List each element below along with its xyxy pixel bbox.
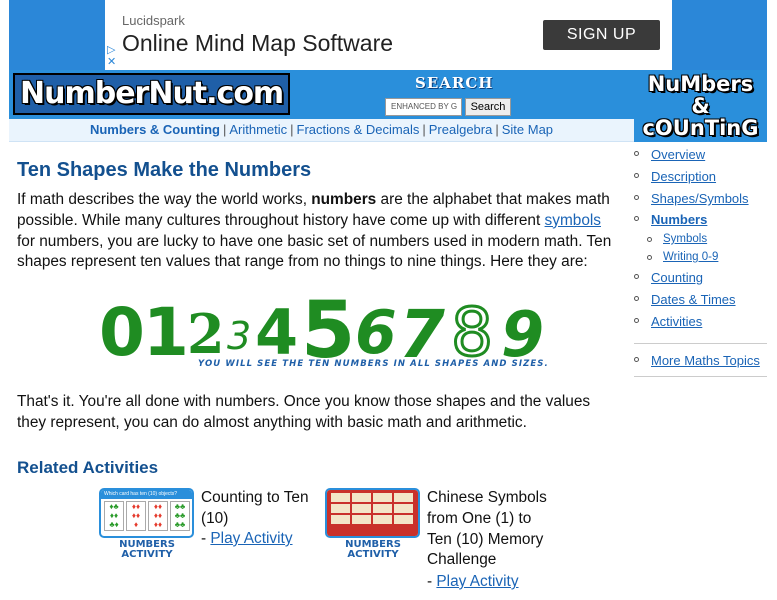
thumb-tile bbox=[331, 504, 350, 513]
thumb-tile bbox=[352, 504, 371, 513]
digit-2: 2 bbox=[187, 302, 225, 366]
bullet-icon bbox=[634, 195, 639, 200]
site-logo[interactable]: NumberNut.com bbox=[13, 73, 291, 115]
thumb-tile bbox=[331, 515, 350, 524]
activity-title: Chinese Symbols from One (1) to Ten (10)… bbox=[427, 489, 547, 569]
ad-title[interactable]: Online Mind Map Software bbox=[122, 30, 393, 57]
thumb-tile bbox=[394, 515, 413, 524]
thumb-tile bbox=[352, 515, 371, 524]
symbols-link[interactable]: symbols bbox=[545, 212, 601, 229]
sidebar-link[interactable]: Writing 0-9 bbox=[663, 251, 718, 263]
digit-6: 6 bbox=[355, 298, 397, 368]
nav-separator: | bbox=[495, 122, 499, 137]
thumb-grid bbox=[331, 493, 416, 524]
sidebar-link[interactable]: Description bbox=[651, 169, 716, 184]
activity-label: NUMBERS ACTIVITY bbox=[119, 539, 175, 560]
bullet-icon bbox=[634, 151, 639, 156]
nav-separator: | bbox=[422, 122, 426, 137]
search-input[interactable]: ENHANCED BY G bbox=[385, 98, 462, 116]
thumb-card: ♦♦ ♦♦ ♦ bbox=[126, 501, 146, 531]
digits-illustration: 0 1 2 3 4 5 6 7 8 9 bbox=[99, 286, 559, 376]
activity-thumbnail[interactable]: Which card has ten (10) objects? ♦♣ ♦♦ ♣♦ … bbox=[99, 488, 194, 538]
search-button[interactable]: Search bbox=[465, 98, 511, 116]
thumb-card: ♦♦ ♦♦ ♦♦ bbox=[148, 501, 168, 531]
thumb-tile bbox=[394, 504, 413, 513]
intro-paragraph: If math describes the way the world work… bbox=[17, 190, 617, 273]
nav-numbers-counting[interactable]: Numbers & Counting bbox=[90, 122, 220, 137]
link-prefix: - bbox=[427, 573, 437, 590]
adchoices-icon[interactable]: ▷ ✕ bbox=[107, 44, 116, 68]
ad-brand: Lucidspark bbox=[122, 13, 185, 28]
nav-prealgebra[interactable]: Prealgebra bbox=[429, 122, 493, 137]
sidebar-link[interactable]: Numbers bbox=[651, 212, 707, 227]
outro-paragraph: That's it. You're all done with numbers.… bbox=[17, 393, 591, 431]
thumb-tile bbox=[373, 504, 392, 513]
numbers-counting-logo-text: NuMbers & cOUnTinG bbox=[634, 73, 767, 139]
logo-line-1: NuMbers bbox=[647, 72, 754, 96]
intro-bold: numbers bbox=[311, 191, 377, 208]
sidebar-link[interactable]: Counting bbox=[651, 270, 703, 285]
thumb-tile bbox=[373, 515, 392, 524]
nav-arithmetic[interactable]: Arithmetic bbox=[229, 122, 287, 137]
intro-text-c: for numbers, you are lucky to have one b… bbox=[17, 232, 612, 271]
sidebar-link[interactable]: Dates & Times bbox=[651, 292, 736, 307]
bullet-icon bbox=[634, 296, 639, 301]
site-header: NumberNut.com SEARCH ENHANCED BY G Searc… bbox=[9, 70, 634, 119]
logo-line-3: cOUnTinG bbox=[642, 116, 759, 140]
nav-separator: | bbox=[290, 122, 294, 137]
thumb-tile bbox=[331, 493, 350, 502]
digit-3: 3 bbox=[227, 314, 252, 358]
nav-separator: | bbox=[222, 122, 227, 137]
sidebar-divider bbox=[634, 376, 767, 377]
search-title: SEARCH bbox=[415, 74, 494, 92]
thumb-tile bbox=[373, 493, 392, 502]
bullet-icon bbox=[634, 216, 639, 221]
digits-caption: YOU WILL SEE THE TEN NUMBERS IN ALL SHAP… bbox=[198, 359, 549, 369]
logo-line-2: & bbox=[691, 94, 710, 118]
thumb-card: ♣♣ ♣♣ ♣♣ bbox=[170, 501, 190, 531]
related-activities-title: Related Activities bbox=[17, 458, 159, 477]
bullet-icon bbox=[634, 173, 639, 178]
sidebar-link[interactable]: Symbols bbox=[663, 233, 707, 245]
bullet-icon bbox=[647, 255, 652, 260]
sidebar-link[interactable]: Shapes/Symbols bbox=[651, 191, 749, 206]
bullet-icon bbox=[647, 237, 652, 242]
ad-banner[interactable]: Lucidspark Online Mind Map Software SIGN… bbox=[105, 0, 672, 70]
play-activity-link[interactable]: Play Activity bbox=[436, 573, 518, 590]
activity-label: NUMBERS ACTIVITY bbox=[345, 539, 401, 560]
digit-0: 0 bbox=[99, 294, 145, 371]
ad-signup-button[interactable]: SIGN UP bbox=[543, 20, 660, 50]
page-title: Ten Shapes Make the Numbers bbox=[17, 159, 312, 181]
activity-link-row: - Play Activity bbox=[427, 573, 519, 591]
bullet-icon bbox=[634, 357, 639, 362]
activity-title: Counting to Ten (10) bbox=[201, 489, 309, 527]
numbers-counting-logo[interactable]: NuMbers & cOUnTinG bbox=[634, 70, 767, 142]
nav-fractions-decimals[interactable]: Fractions & Decimals bbox=[297, 122, 420, 137]
thumb-card: ♦♣ ♦♦ ♣♦ bbox=[104, 501, 124, 531]
digit-1: 1 bbox=[143, 294, 189, 371]
activity-link-row: - Play Activity bbox=[201, 530, 293, 548]
intro-text-a: If math describes the way the world work… bbox=[17, 191, 312, 208]
sidebar-link[interactable]: Activities bbox=[651, 314, 702, 329]
link-prefix: - bbox=[201, 530, 211, 547]
thumb-tile bbox=[394, 493, 413, 502]
activity-counting-to-ten: Which card has ten (10) objects? ♦♣ ♦♦ ♣♦ … bbox=[99, 488, 309, 588]
nav-site-map[interactable]: Site Map bbox=[502, 122, 553, 137]
activity-chinese-symbols: NUMBERS ACTIVITY Chinese Symbols from On… bbox=[325, 488, 565, 598]
thumb-tile bbox=[352, 493, 371, 502]
bullet-icon bbox=[634, 318, 639, 323]
play-activity-link[interactable]: Play Activity bbox=[210, 530, 292, 547]
topic-navbar: Numbers & Counting | Arithmetic | Fractions … bbox=[9, 119, 634, 142]
sidebar-link[interactable]: More Maths Topics bbox=[651, 353, 760, 368]
sidebar-divider bbox=[634, 343, 767, 344]
sidebar-link[interactable]: Overview bbox=[651, 147, 705, 162]
thumb-caption: Which card has ten (10) objects? bbox=[104, 491, 178, 497]
activity-thumbnail[interactable] bbox=[325, 488, 420, 538]
bullet-icon bbox=[634, 274, 639, 279]
